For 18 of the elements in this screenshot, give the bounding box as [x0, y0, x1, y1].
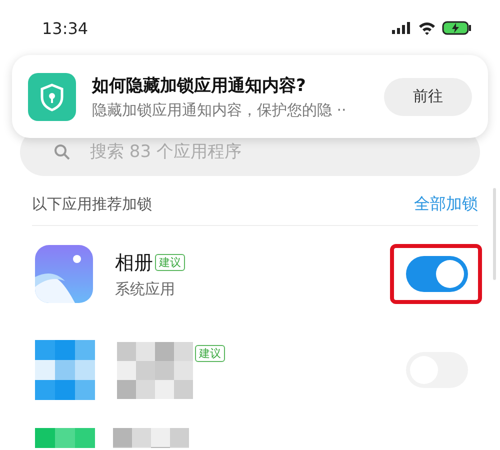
wifi-icon	[418, 21, 436, 35]
gallery-app-icon	[35, 245, 93, 303]
lock-toggle[interactable]	[406, 256, 468, 292]
section-title: 以下应用推荐加锁	[32, 195, 152, 214]
status-time: 13:34	[42, 18, 88, 38]
search-icon	[54, 144, 70, 160]
notification-text: 隐藏加锁应用通知内容，保护您的隐 ··	[92, 100, 348, 120]
go-button[interactable]: 前往	[384, 78, 472, 116]
recommended-badge: 建议	[155, 254, 185, 271]
battery-icon	[442, 21, 472, 35]
app-subtitle: 系统应用	[115, 280, 176, 298]
search-field[interactable]: 搜索 83 个应用程序	[88, 141, 464, 163]
signal-icon	[392, 22, 412, 34]
recommended-badge: 建议	[195, 344, 225, 362]
app-name: 相册	[115, 250, 153, 276]
shield-keyhole-icon	[28, 72, 76, 120]
scrollbar[interactable]	[493, 188, 496, 280]
notification-title: 如何隐藏加锁应用通知内容?	[92, 74, 307, 96]
